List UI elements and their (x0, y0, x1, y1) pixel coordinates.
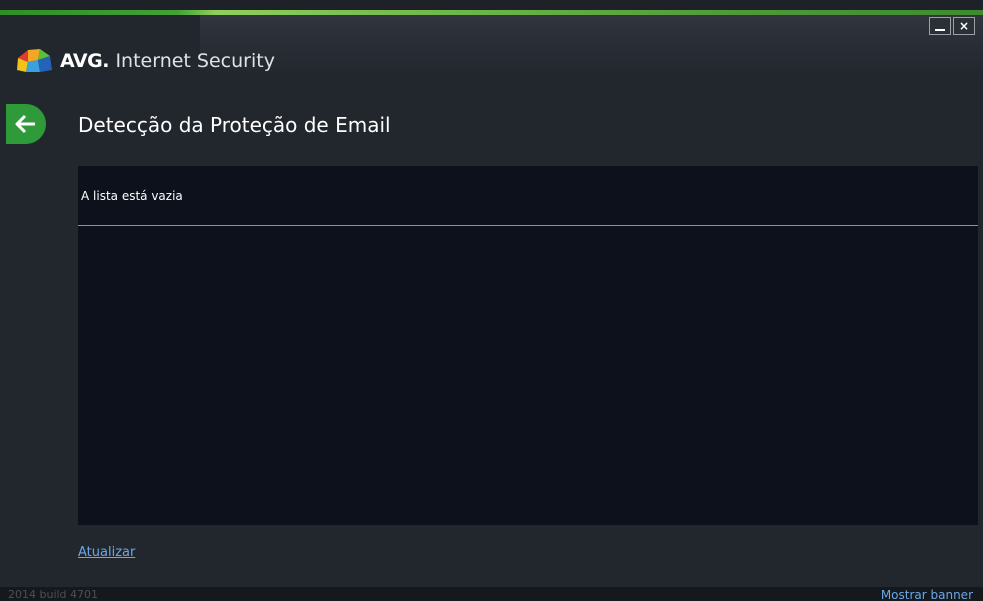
minimize-icon (935, 28, 945, 31)
close-icon: × (958, 19, 970, 33)
window-top-edge (0, 0, 983, 10)
close-button[interactable]: × (953, 17, 975, 35)
brand-dot: . (102, 50, 110, 72)
app-logo: AVG . Internet Security (16, 48, 275, 74)
update-link[interactable]: Atualizar (78, 545, 135, 560)
avg-logo-icon (17, 49, 52, 72)
status-bar (0, 587, 983, 601)
back-arrow-icon (15, 114, 35, 134)
build-info: 2014 build 4701 (8, 588, 99, 601)
app-window: × AVG . Internet Security Detecção da Pr… (0, 0, 983, 601)
show-banner-link[interactable]: Mostrar banner (881, 588, 973, 601)
product-name: Internet Security (115, 50, 275, 72)
window-controls: × (929, 17, 975, 35)
back-button[interactable] (6, 104, 46, 144)
empty-list-message: A lista está vazia (78, 166, 978, 226)
titlebar-background (200, 15, 983, 75)
detection-list[interactable]: A lista está vazia (78, 166, 978, 525)
brand-name: AVG (60, 50, 103, 72)
minimize-button[interactable] (929, 17, 951, 35)
page-title: Detecção da Proteção de Email (78, 113, 391, 137)
